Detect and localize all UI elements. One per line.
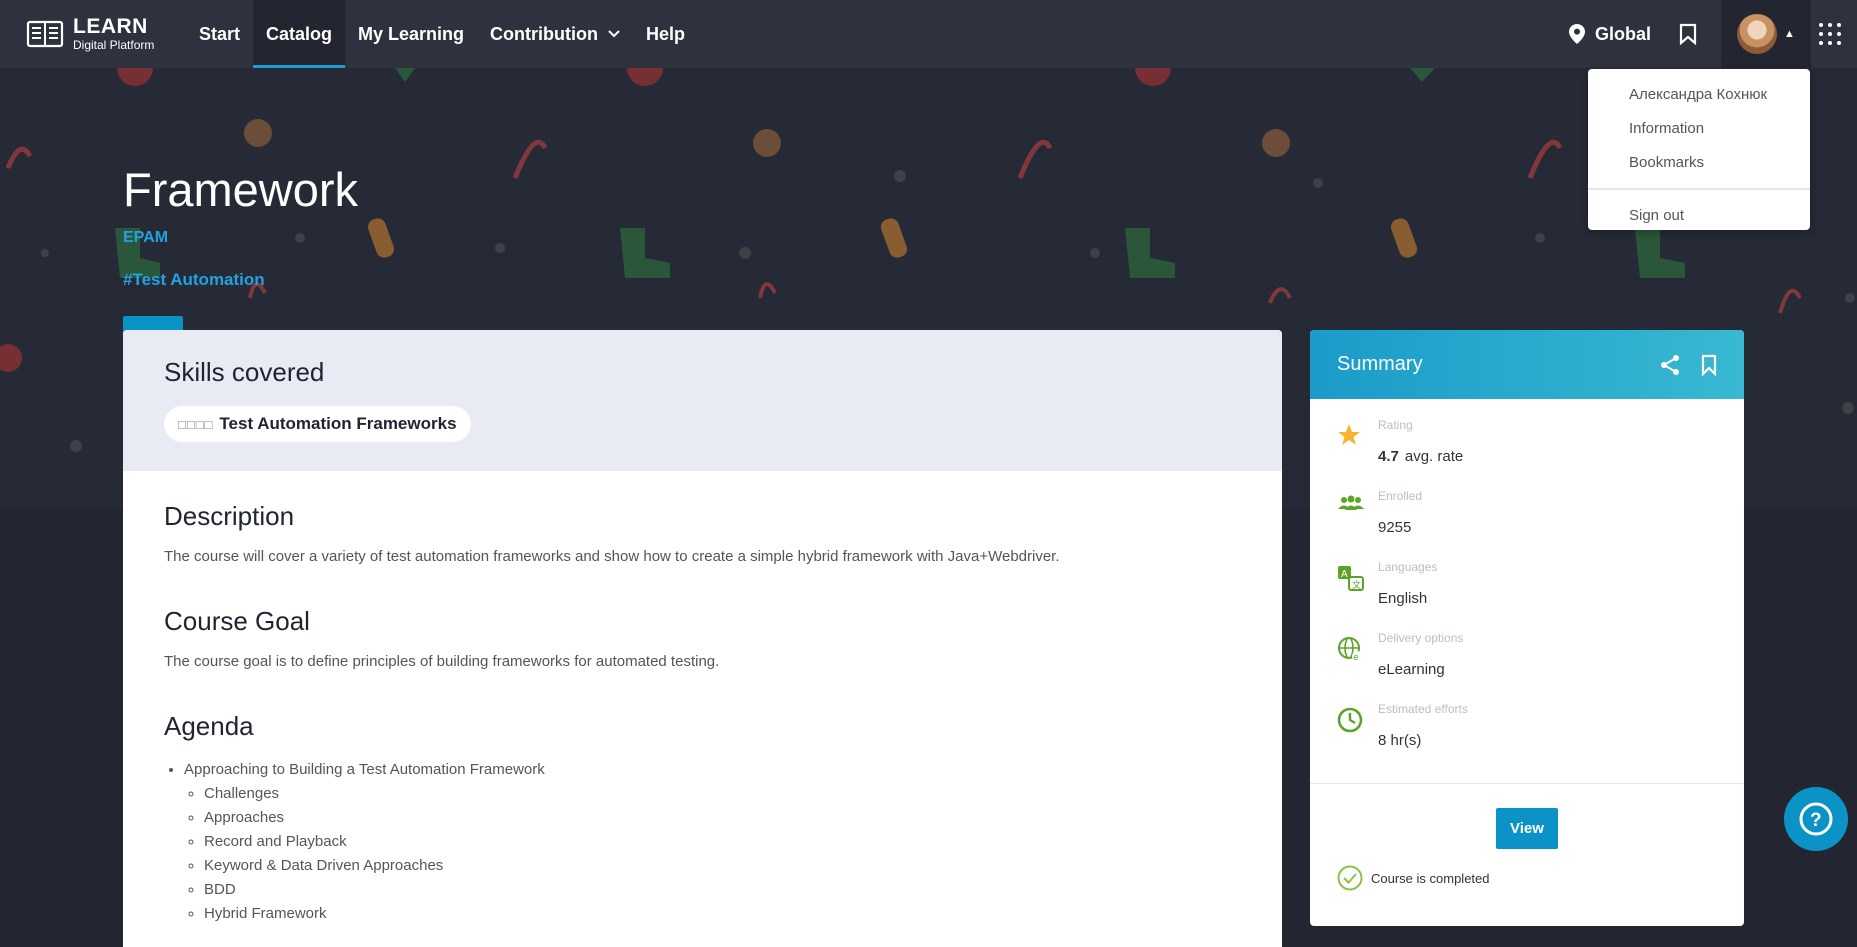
languages-label: Languages	[1378, 560, 1438, 574]
summary-header: Summary	[1310, 330, 1744, 399]
efforts-row: Estimated efforts 8 hr(s)	[1337, 701, 1717, 772]
goal-text: The course goal is to define principles …	[164, 653, 720, 670]
skill-chip-glyph: □□□□	[178, 416, 214, 432]
description-heading: Description	[164, 501, 295, 531]
svg-text:e: e	[1354, 652, 1359, 662]
book-icon	[26, 20, 64, 48]
nav-help[interactable]: Help	[633, 0, 698, 68]
bookmark-icon	[1701, 354, 1717, 376]
logo-title: LEARN	[73, 15, 148, 38]
agenda-subitem: Approaches	[204, 806, 1241, 830]
translate-icon: A文	[1338, 566, 1364, 591]
enrolled-value: 9255	[1378, 519, 1412, 536]
course-provider-link[interactable]: EPAM	[123, 229, 168, 247]
nav-contribution[interactable]: Contribution	[477, 0, 633, 68]
rating-label: Rating	[1378, 418, 1413, 432]
goal-section: Course Goal The course goal is to define…	[164, 606, 1241, 670]
user-menu-toggle[interactable]: ▲	[1721, 0, 1811, 68]
dropdown-item-information[interactable]: Information	[1588, 111, 1810, 145]
location-selector[interactable]: Global	[1568, 23, 1651, 45]
agenda-subitem: BDD	[204, 878, 1241, 902]
nav-catalog[interactable]: Catalog	[253, 0, 346, 68]
delivery-value: eLearning	[1378, 661, 1445, 678]
location-label: Global	[1594, 23, 1651, 44]
rating-suffix: avg. rate	[1404, 448, 1464, 465]
dropdown-divider	[1588, 188, 1810, 190]
nav-start[interactable]: Start	[186, 0, 253, 68]
question-mark-icon: ?	[1799, 802, 1833, 836]
summary-view-button[interactable]: View	[1496, 808, 1558, 849]
logo-link[interactable]: LEARN Digital Platform	[26, 16, 186, 52]
skill-chip-label: Test Automation Frameworks	[219, 414, 457, 433]
agenda-list: Approaching to Building a Test Automatio…	[164, 758, 1241, 926]
svg-text:?: ?	[1810, 810, 1822, 831]
agenda-sublist: Challenges Approaches Record and Playbac…	[184, 782, 1241, 926]
user-dropdown-menu: Александра Кохнюк Information Bookmarks …	[1588, 69, 1810, 230]
caret-up-icon: ▲	[1784, 28, 1795, 40]
agenda-item-label: Approaching to Building a Test Automatio…	[184, 761, 545, 778]
languages-row: A文 Languages English	[1337, 559, 1717, 630]
course-title: Framework	[123, 163, 359, 216]
share-button[interactable]	[1659, 354, 1681, 376]
svg-text:文: 文	[1352, 579, 1361, 590]
dropdown-item-profile[interactable]: Александра Кохнюк	[1588, 77, 1810, 111]
bookmarks-button[interactable]	[1679, 23, 1697, 45]
share-icon	[1661, 354, 1679, 375]
agenda-heading: Agenda	[164, 711, 254, 741]
rating-value: 4.7	[1378, 448, 1399, 465]
skills-heading: Skills covered	[164, 357, 325, 387]
skill-chip[interactable]: □□□□ Test Automation Frameworks	[164, 406, 471, 442]
location-pin-icon	[1568, 24, 1585, 44]
nav-my-learning-label: My Learning	[358, 23, 465, 44]
description-section: Description The course will cover a vari…	[164, 501, 1241, 565]
agenda-section: Agenda Approaching to Building a Test Au…	[164, 711, 1241, 926]
dropdown-item-bookmarks[interactable]: Bookmarks	[1588, 145, 1810, 179]
svg-text:A: A	[1341, 569, 1348, 580]
sign-out-item[interactable]: Sign out	[1588, 198, 1810, 232]
rating-row: Rating 4.7 avg. rate	[1337, 417, 1717, 488]
bookmark-icon	[1679, 23, 1697, 45]
course-tag-link[interactable]: #Test Automation	[123, 270, 265, 290]
completion-label: Course is completed	[1371, 870, 1490, 886]
delivery-row: e Delivery options eLearning	[1337, 630, 1717, 701]
agenda-subitem: Hybrid Framework	[204, 902, 1241, 926]
languages-value: English	[1378, 590, 1428, 607]
summary-card: Summary Rating 4.7 avg. rate Enrolled 925…	[1310, 330, 1744, 926]
globe-icon: e	[1338, 637, 1362, 662]
agenda-subitem: Challenges	[204, 782, 1241, 806]
skills-section: Skills covered □□□□ Test Automation Fram…	[123, 330, 1282, 471]
enrolled-label: Enrolled	[1378, 489, 1423, 503]
nav-help-label: Help	[646, 23, 686, 44]
top-navigation-bar: LEARN Digital Platform Start Catalog My …	[0, 0, 1857, 68]
course-details-card: Skills covered □□□□ Test Automation Fram…	[123, 330, 1282, 947]
efforts-value: 8 hr(s)	[1378, 732, 1422, 749]
efforts-label: Estimated efforts	[1378, 702, 1468, 716]
help-button[interactable]: ?	[1784, 787, 1848, 851]
goal-heading: Course Goal	[164, 606, 310, 636]
nav-my-learning[interactable]: My Learning	[345, 0, 477, 68]
avatar	[1737, 14, 1778, 54]
apps-grid-icon[interactable]	[1819, 23, 1857, 45]
agenda-item: Approaching to Building a Test Automatio…	[184, 758, 1241, 926]
chevron-down-icon	[608, 30, 620, 38]
star-icon	[1338, 424, 1360, 445]
main-nav: Start Catalog My Learning Contribution H…	[186, 0, 698, 68]
description-text: The course will cover a variety of test …	[164, 548, 1060, 565]
people-icon	[1338, 495, 1364, 510]
enrolled-row: Enrolled 9255	[1337, 488, 1717, 559]
delivery-label: Delivery options	[1378, 631, 1464, 645]
summary-title: Summary	[1337, 353, 1423, 375]
nav-contribution-label: Contribution	[490, 23, 599, 44]
check-circle-icon	[1337, 865, 1363, 891]
nav-start-label: Start	[199, 23, 241, 44]
nav-catalog-label: Catalog	[266, 23, 333, 44]
agenda-subitem: Keyword & Data Driven Approaches	[204, 854, 1241, 878]
agenda-subitem: Record and Playback	[204, 830, 1241, 854]
logo-subtitle: Digital Platform	[73, 38, 155, 52]
summary-bookmark-button[interactable]	[1701, 354, 1717, 376]
completion-status: Course is completed	[1310, 849, 1744, 907]
clock-icon	[1337, 707, 1363, 733]
